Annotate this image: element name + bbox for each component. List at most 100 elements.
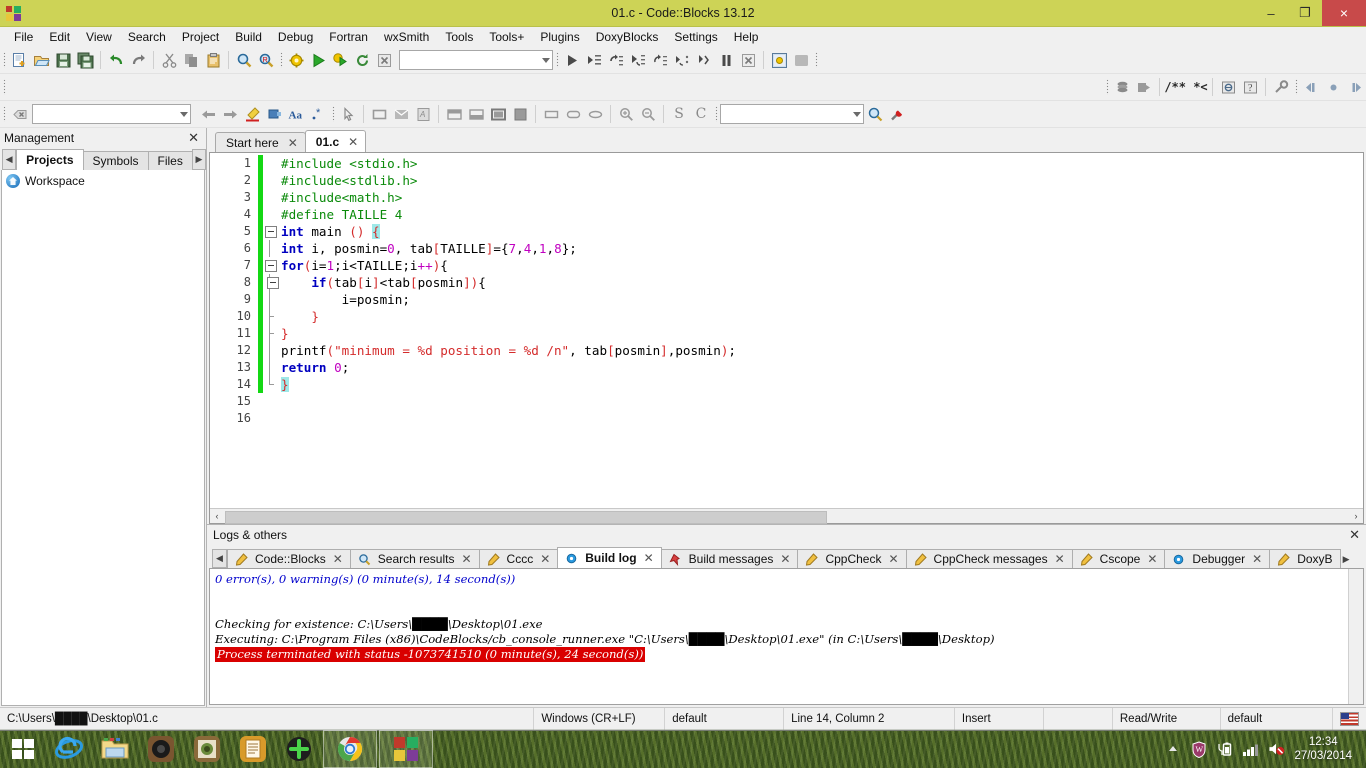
editor-tab-01-c[interactable]: 01.c ✕ <box>304 130 367 152</box>
menu-item-fortran[interactable]: Fortran <box>321 28 376 46</box>
wx-c-button[interactable]: C <box>690 103 712 125</box>
menu-item-settings[interactable]: Settings <box>666 28 725 46</box>
doxyblocks-extract-icon[interactable] <box>1133 76 1155 98</box>
codeblocks-icon[interactable] <box>379 730 433 768</box>
debug-next-instruction-icon[interactable] <box>671 49 693 71</box>
search-input[interactable] <box>32 104 191 124</box>
antivirus-shield-icon[interactable]: W <box>1190 740 1207 758</box>
log-tab-codeblocks[interactable]: Code::Blocks ✕ <box>227 549 351 568</box>
log-tab-cppcheck-messages[interactable]: CppCheck messages ✕ <box>905 549 1073 568</box>
next-icon[interactable] <box>219 103 241 125</box>
logs-tabs-prev-button[interactable]: ◀ <box>212 549 227 568</box>
fold-marker-main[interactable] <box>263 223 277 240</box>
toolbar-grip[interactable] <box>553 50 561 70</box>
toolbar-grip[interactable] <box>812 50 820 70</box>
photo-viewer-icon[interactable] <box>184 731 230 767</box>
scope-settings-icon[interactable] <box>886 103 908 125</box>
tabs-prev-button[interactable]: ◀ <box>2 149 17 170</box>
previous-icon[interactable] <box>197 103 219 125</box>
tabs-next-button[interactable]: ▶ <box>191 149 206 170</box>
bookmark-icon[interactable] <box>263 103 285 125</box>
toolbar-grip[interactable] <box>329 104 337 124</box>
abort-icon[interactable] <box>373 49 395 71</box>
zoom-out-icon[interactable] <box>637 103 659 125</box>
log-tab-cppcheck[interactable]: CppCheck ✕ <box>797 549 907 568</box>
close-icon[interactable]: ✕ <box>288 136 298 150</box>
menu-item-wxsmith[interactable]: wxSmith <box>376 28 437 46</box>
editor-surface[interactable]: 1 2 3 4 5 6 7 8 9 10 11 12 13 14 15 16 #… <box>210 153 1363 508</box>
wx-ellipse-icon[interactable] <box>584 103 606 125</box>
debug-break-icon[interactable] <box>715 49 737 71</box>
tab-files[interactable]: Files <box>147 151 193 170</box>
toolbar-grip[interactable] <box>0 50 8 70</box>
log-tab-doxyb[interactable]: DoxyB <box>1269 549 1341 568</box>
debugging-windows-icon[interactable] <box>768 49 790 71</box>
wx-statusbar-icon[interactable] <box>487 103 509 125</box>
save-all-icon[interactable] <box>74 49 96 71</box>
debug-step-into-icon[interactable] <box>627 49 649 71</box>
close-icon[interactable]: ✕ <box>461 552 471 566</box>
log-tab-cccc[interactable]: Cccc ✕ <box>478 549 559 568</box>
show-hidden-icons-arrow[interactable] <box>1164 741 1181 758</box>
game-controller-icon[interactable] <box>276 731 322 767</box>
debug-continue-icon[interactable] <box>561 49 583 71</box>
wx-dialog-icon[interactable] <box>390 103 412 125</box>
menu-item-view[interactable]: View <box>78 28 120 46</box>
scroll-track[interactable] <box>224 509 1349 524</box>
toolbar-grip[interactable] <box>277 50 285 70</box>
select-pointer-icon[interactable] <box>337 103 359 125</box>
paste-icon[interactable] <box>202 49 224 71</box>
rebuild-icon[interactable] <box>351 49 373 71</box>
jump-back-icon[interactable] <box>1300 76 1322 98</box>
build-log-content[interactable]: 0 error(s), 0 warning(s) (0 minute(s), 1… <box>209 568 1364 705</box>
volume-muted-icon[interactable] <box>1268 741 1285 758</box>
debug-stop-icon[interactable] <box>737 49 759 71</box>
wx-topbar-icon[interactable] <box>443 103 465 125</box>
toolbar-grip[interactable] <box>0 104 8 124</box>
close-icon[interactable]: ✕ <box>348 135 358 149</box>
debug-run-to-cursor-icon[interactable] <box>583 49 605 71</box>
build-target-combo[interactable] <box>399 50 553 70</box>
wx-fill-icon[interactable] <box>509 103 531 125</box>
toolbar-grip[interactable] <box>0 77 8 97</box>
fold-marker-if[interactable] <box>263 274 279 291</box>
close-icon[interactable]: ✕ <box>1349 527 1360 543</box>
new-file-icon[interactable] <box>8 49 30 71</box>
log-tab-search-results[interactable]: Search results ✕ <box>349 549 480 568</box>
taskbar-clock[interactable]: 12:34 27/03/2014 <box>1294 735 1358 763</box>
close-icon[interactable]: ✕ <box>888 552 898 566</box>
log-tab-build-messages[interactable]: Build messages ✕ <box>660 549 799 568</box>
clear-icon[interactable] <box>8 103 30 125</box>
debug-next-line-icon[interactable] <box>605 49 627 71</box>
close-button[interactable]: × <box>1322 0 1366 26</box>
zoom-in-icon[interactable] <box>615 103 637 125</box>
undo-icon[interactable] <box>105 49 127 71</box>
wx-box-icon[interactable] <box>540 103 562 125</box>
wx-panel-icon[interactable] <box>368 103 390 125</box>
maximize-button[interactable]: ❐ <box>1288 0 1322 26</box>
wx-bottombar-icon[interactable] <box>465 103 487 125</box>
run-icon[interactable] <box>307 49 329 71</box>
replace-icon[interactable]: R <box>255 49 277 71</box>
save-icon[interactable] <box>52 49 74 71</box>
close-icon[interactable]: ✕ <box>188 130 202 146</box>
tab-projects[interactable]: Projects <box>16 149 84 170</box>
close-icon[interactable]: ✕ <box>333 552 343 566</box>
menu-item-search[interactable]: Search <box>120 28 174 46</box>
code-text[interactable]: #include <stdio.h> #include<stdlib.h> #i… <box>277 153 1363 508</box>
scope-combo[interactable] <box>720 104 864 124</box>
copy-icon[interactable] <box>180 49 202 71</box>
log-vertical-scrollbar[interactable] <box>1348 569 1363 704</box>
menu-item-toolsplus[interactable]: Tools+ <box>481 28 532 46</box>
scroll-right-icon[interactable]: › <box>1349 509 1363 523</box>
close-icon[interactable]: ✕ <box>540 552 550 566</box>
build-and-run-icon[interactable] <box>329 49 351 71</box>
menu-item-project[interactable]: Project <box>174 28 227 46</box>
file-explorer-icon[interactable] <box>92 731 138 767</box>
find-icon[interactable] <box>233 49 255 71</box>
close-icon[interactable]: ✕ <box>1055 552 1065 566</box>
menu-item-tools[interactable]: Tools <box>437 28 481 46</box>
redo-icon[interactable] <box>127 49 149 71</box>
build-icon[interactable] <box>285 49 307 71</box>
doxyblocks-run-icon[interactable] <box>1111 76 1133 98</box>
